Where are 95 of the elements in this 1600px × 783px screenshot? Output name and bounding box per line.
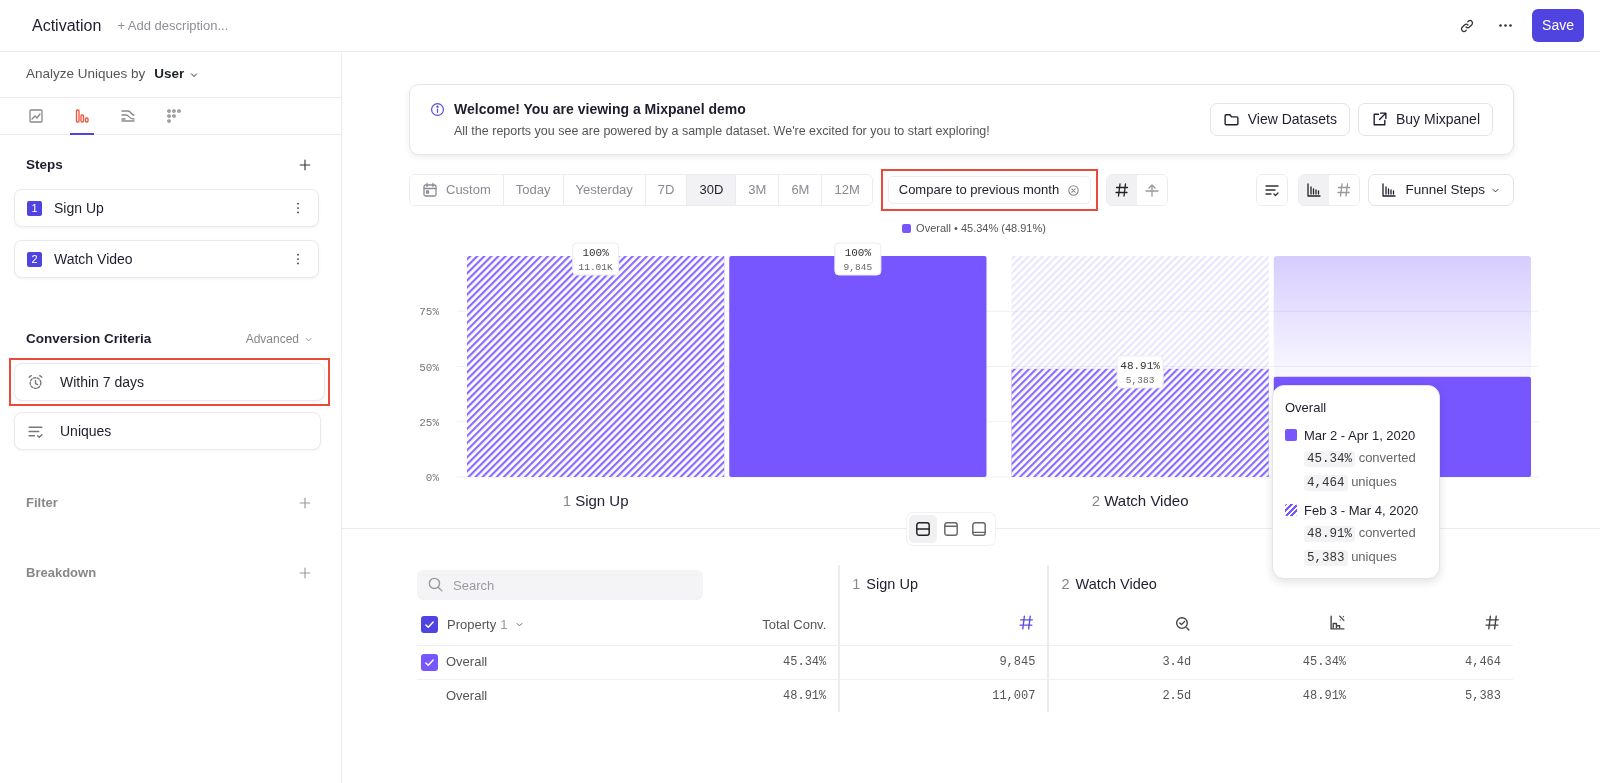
sort-button[interactable] xyxy=(1257,175,1288,205)
external-link-icon xyxy=(1370,111,1388,128)
bar-value-label: 48.91% 5,383 xyxy=(1116,355,1164,389)
row-label: Overall xyxy=(446,687,488,705)
plus-icon xyxy=(298,566,312,580)
criteria-card[interactable]: Within 7 days xyxy=(14,363,325,401)
list-check-icon xyxy=(1264,182,1281,198)
arrow-up-icon xyxy=(1144,182,1161,198)
close-icon xyxy=(1067,183,1081,197)
bar-chart-icon xyxy=(1306,182,1323,198)
criteria-label: Uniques xyxy=(60,421,112,441)
user-dropdown[interactable]: User xyxy=(153,63,202,86)
table-cell: 4,464 xyxy=(1465,655,1501,669)
table-cell: 45.34% xyxy=(783,655,827,669)
toggle-button[interactable] xyxy=(1107,175,1138,205)
more-icon xyxy=(1498,24,1512,27)
tooltip-title: Overall xyxy=(1285,399,1328,417)
report-title: Activation xyxy=(32,15,102,36)
section-title: Breakdown xyxy=(26,564,97,583)
chart-bar[interactable] xyxy=(1011,368,1269,477)
legend-swatch xyxy=(1285,504,1297,517)
step-label: Sign Up xyxy=(54,198,105,218)
date-range-tab[interactable]: 30D xyxy=(687,175,737,205)
flow-icon xyxy=(120,107,136,124)
criteria-label: Within 7 days xyxy=(60,372,145,392)
view-dropdown[interactable]: Funnel Steps xyxy=(1368,174,1514,206)
axis-tick-label: 0% xyxy=(425,472,439,484)
section-title: Steps xyxy=(26,155,63,174)
column-header: Total Conv. xyxy=(762,617,827,632)
datasets-button[interactable]: View Datasets xyxy=(1209,103,1350,136)
hash-icon xyxy=(1114,182,1131,198)
table-cell: 2.5d xyxy=(1162,688,1192,703)
tooltip-line: 48.91% converted xyxy=(1304,523,1427,544)
alarm-clock-icon xyxy=(27,373,44,391)
plus-icon xyxy=(298,158,312,172)
analyze-label: Analyze Uniques by xyxy=(26,65,146,84)
table-cell: 5,383 xyxy=(1465,688,1501,703)
top-panel-icon xyxy=(942,520,960,538)
bottom-panel-icon xyxy=(970,520,988,538)
tooltip-date: Feb 3 - Mar 4, 2020 xyxy=(1304,501,1419,520)
section-title: Conversion Criteria xyxy=(26,329,152,348)
axis-tick-label: 75% xyxy=(419,306,439,319)
tooltip-date: Mar 2 - Apr 1, 2020 xyxy=(1304,426,1416,445)
column-header: 1 Sign Up xyxy=(852,575,918,595)
folder-icon xyxy=(1222,111,1240,128)
axis-tick-label: 50% xyxy=(419,361,439,374)
legend-swatch xyxy=(1285,429,1297,442)
link-icon xyxy=(1459,17,1476,34)
line-chart-icon xyxy=(28,107,44,124)
banner-title: Welcome! You are viewing a Mixpanel demo xyxy=(454,99,746,119)
table-cell: 11,007 xyxy=(992,688,1036,703)
category-label: 1 Sign Up xyxy=(562,492,629,509)
checkbox[interactable] xyxy=(421,616,438,634)
table-cell: 48.91% xyxy=(1302,688,1347,703)
table-cell: 9,845 xyxy=(999,655,1036,669)
bar-value-label: 100% 11.01K xyxy=(572,242,620,276)
step-card[interactable]: 2 Watch Video xyxy=(14,240,319,278)
property-dropdown[interactable]: Property 1 xyxy=(446,614,527,636)
plus-icon xyxy=(298,496,312,510)
section-title: Filter xyxy=(26,494,58,513)
step-number: 1 xyxy=(27,200,42,216)
buy-button[interactable]: Buy Mixpanel xyxy=(1357,103,1493,136)
split-layout-icon xyxy=(914,520,932,538)
axis-tick-label: 25% xyxy=(419,416,439,429)
chart-bar[interactable] xyxy=(467,256,725,477)
calendar-icon xyxy=(422,182,438,198)
table-cell: 3.4d xyxy=(1162,655,1192,669)
legend-label: Overall • 45.34% (48.91%) xyxy=(916,220,1046,236)
table-cell: 48.91% xyxy=(783,688,827,703)
banner-text: All the reports you see are powered by a sample dataset. We're excited for you to start exploring! xyxy=(454,122,991,140)
tooltip-line: 45.34% converted xyxy=(1304,448,1427,469)
toggle-button[interactable] xyxy=(1299,175,1330,205)
bar-value-label: 100% 9,845 xyxy=(834,242,882,276)
advanced-dropdown[interactable]: Advanced xyxy=(244,329,315,349)
layout-toggle[interactable] xyxy=(909,515,937,543)
column-header: 2 Watch Video xyxy=(1061,575,1157,595)
tooltip-line: 5,383 uniques xyxy=(1304,546,1427,568)
hash-icon xyxy=(1336,182,1353,198)
compare-button[interactable]: Compare to previous month xyxy=(887,176,1092,204)
bar-chart-icon xyxy=(1381,182,1398,198)
category-label: 2 Watch Video xyxy=(1091,492,1189,509)
save-button[interactable]: Save xyxy=(1532,9,1584,42)
step-number: 2 xyxy=(27,251,42,267)
info-icon xyxy=(430,101,445,117)
dots-grid-icon xyxy=(166,107,182,124)
step-card[interactable]: 1 Sign Up xyxy=(14,189,319,227)
criteria-card[interactable]: Uniques xyxy=(14,412,321,450)
tooltip-line: 4,464 uniques xyxy=(1304,471,1427,493)
row-label: Overall xyxy=(446,653,488,672)
search-field[interactable]: Search xyxy=(417,570,703,600)
checkbox[interactable] xyxy=(421,653,438,671)
bar-chart-icon xyxy=(74,107,90,124)
date-range-tab[interactable]: Custom xyxy=(410,175,504,205)
step-label: Watch Video xyxy=(54,249,134,269)
table-cell: 45.34% xyxy=(1302,655,1347,669)
